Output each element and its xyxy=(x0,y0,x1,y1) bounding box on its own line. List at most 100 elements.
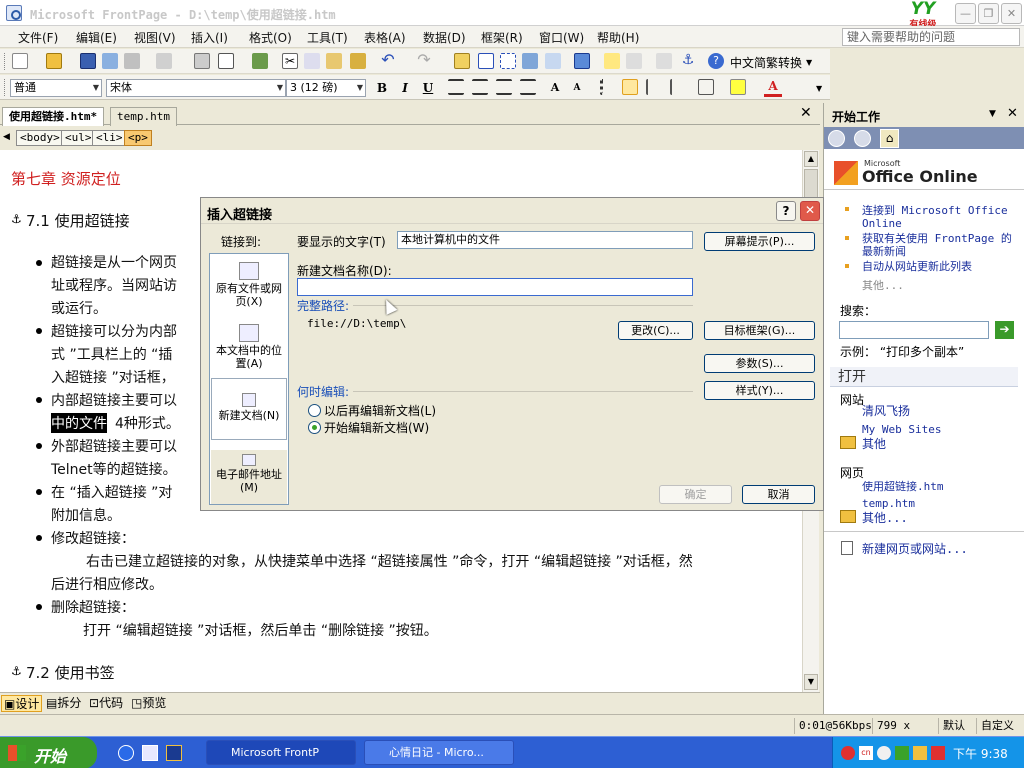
recent-page[interactable]: 使用超链接.htm xyxy=(862,480,944,493)
style-select[interactable]: 普通 ▼ xyxy=(10,79,102,97)
bulleted-list-icon[interactable] xyxy=(622,79,638,95)
preview-icon[interactable] xyxy=(218,53,234,69)
tag-ul[interactable]: <ul> xyxy=(61,130,96,146)
highlight-icon[interactable] xyxy=(730,79,746,95)
page-size[interactable]: 799 x 541 xyxy=(872,718,936,748)
pages-more-link[interactable]: 其他... xyxy=(862,512,908,525)
tab-temp[interactable]: temp.htm xyxy=(110,107,177,126)
cut-icon[interactable]: ✂ xyxy=(282,53,298,69)
publish-icon[interactable] xyxy=(124,53,140,69)
menu-window[interactable]: 窗口(W) xyxy=(539,29,584,46)
design-view-button[interactable]: ▣设计 xyxy=(1,695,43,712)
redo-icon[interactable]: ↷ xyxy=(416,52,432,69)
align-right-icon[interactable] xyxy=(496,79,512,95)
italic-button[interactable]: I xyxy=(396,79,414,97)
tray-icon[interactable] xyxy=(913,746,927,760)
recent-page[interactable]: temp.htm xyxy=(862,497,915,510)
numbered-list-icon[interactable] xyxy=(600,79,616,95)
insert-table-icon[interactable] xyxy=(478,53,494,69)
recent-site[interactable]: My Web Sites xyxy=(862,423,941,436)
menu-edit[interactable]: 编辑(E) xyxy=(76,29,117,46)
font-select[interactable]: 宋体 ▼ xyxy=(106,79,286,97)
toolbar-grip[interactable] xyxy=(4,79,7,96)
tag-body[interactable]: <body> xyxy=(16,130,64,146)
home-icon[interactable]: ⌂ xyxy=(880,129,899,148)
recent-site[interactable]: 清风飞扬 xyxy=(862,405,910,418)
format-painter-icon[interactable] xyxy=(350,53,366,69)
new-icon[interactable] xyxy=(12,53,28,69)
undo-icon[interactable]: ↶ xyxy=(380,52,396,69)
refresh-icon[interactable] xyxy=(604,53,620,69)
change-button[interactable]: 更改(C)... xyxy=(618,321,693,340)
toolbar-grip[interactable] xyxy=(4,53,7,70)
maximize-button[interactable]: ❐ xyxy=(978,3,999,24)
underline-button[interactable]: U xyxy=(419,79,437,97)
preview-view-button[interactable]: ◳预览 xyxy=(129,695,168,712)
back-icon[interactable] xyxy=(828,130,845,147)
chevron-down-icon[interactable]: ▼ xyxy=(816,84,822,93)
chevron-down-icon[interactable]: ▼ xyxy=(989,109,996,119)
link-connect-office-online[interactable]: 连接到 Microsoft Office Online xyxy=(862,204,1020,230)
justify-icon[interactable] xyxy=(520,79,536,95)
show-all-icon[interactable] xyxy=(656,53,672,69)
web-component-icon[interactable] xyxy=(454,53,470,69)
display-text-input[interactable]: 本地计算机中的文件 xyxy=(397,231,693,249)
tray-icon[interactable] xyxy=(931,746,945,760)
menu-help[interactable]: 帮助(H) xyxy=(597,29,639,46)
dialog-close-button[interactable]: ✕ xyxy=(800,201,820,221)
help-search-input[interactable]: 键入需要帮助的问题 xyxy=(842,28,1020,46)
split-view-button[interactable]: ▤拆分 xyxy=(44,695,83,712)
font-size-select[interactable]: 3 (12 磅) ▼ xyxy=(286,79,366,97)
insert-picture-icon[interactable] xyxy=(522,53,538,69)
tray-icon[interactable] xyxy=(841,746,855,760)
screentip-button[interactable]: 屏幕提示(P)... xyxy=(704,232,815,251)
clock[interactable]: 下午 9:38 xyxy=(953,745,1008,762)
link-existing-file[interactable]: 原有文件或网页(X) xyxy=(211,262,287,308)
task-frontpage[interactable]: Microsoft FrontP xyxy=(206,740,356,765)
increase-indent-icon[interactable] xyxy=(670,79,686,95)
dialog-help-button[interactable]: ? xyxy=(776,201,796,221)
new-document-name-input[interactable] xyxy=(297,278,693,296)
scroll-down-icon[interactable]: ▼ xyxy=(804,674,818,690)
tag-prev-icon[interactable]: ◀ xyxy=(3,132,10,142)
save-icon[interactable] xyxy=(80,53,96,69)
tray-icon[interactable] xyxy=(877,746,891,760)
spelling-icon[interactable] xyxy=(252,53,268,69)
tab-active-document[interactable]: 使用超链接.htm* xyxy=(2,107,105,126)
align-center-icon[interactable] xyxy=(472,79,488,95)
link-auto-update[interactable]: 自动从网站更新此列表 xyxy=(862,260,1020,273)
insert-hyperlink-icon[interactable] xyxy=(574,53,590,69)
menu-table[interactable]: 表格(A) xyxy=(364,29,406,46)
stop-icon[interactable] xyxy=(626,53,642,69)
open-icon[interactable] xyxy=(46,53,62,69)
menu-tools[interactable]: 工具(T) xyxy=(307,29,348,46)
input-method-icon[interactable]: cn xyxy=(859,746,873,760)
style-button[interactable]: 样式(Y)... xyxy=(704,381,815,400)
font-color-icon[interactable]: A xyxy=(764,79,782,97)
insert-layer-icon[interactable] xyxy=(500,53,516,69)
print-icon[interactable] xyxy=(194,53,210,69)
edit-now-radio[interactable] xyxy=(308,421,321,434)
parameters-button[interactable]: 参数(S)... xyxy=(704,354,815,373)
border-icon[interactable] xyxy=(698,79,714,95)
code-view-button[interactable]: ⊡代码 xyxy=(87,695,125,712)
close-document-icon[interactable]: ✕ xyxy=(800,105,812,121)
menu-data[interactable]: 数据(D) xyxy=(423,29,466,46)
search-files-icon[interactable] xyxy=(102,53,118,69)
align-left-icon[interactable] xyxy=(448,79,464,95)
link-latest-news[interactable]: 获取有关使用 FrontPage 的最新新闻 xyxy=(862,232,1020,258)
anchor-icon[interactable]: ⚓ xyxy=(680,53,696,69)
scroll-up-icon[interactable]: ▲ xyxy=(804,151,818,167)
decrease-font-icon[interactable]: A xyxy=(568,79,586,97)
simplified-traditional-convert[interactable]: 中文简繁转换 xyxy=(730,54,802,71)
decrease-indent-icon[interactable] xyxy=(646,79,662,95)
forward-icon[interactable] xyxy=(854,130,871,147)
tray-icon[interactable] xyxy=(895,746,909,760)
ok-button[interactable]: 确定 xyxy=(659,485,732,504)
quicklaunch-icon[interactable] xyxy=(142,745,158,761)
search-go-icon[interactable]: ➔ xyxy=(995,321,1014,339)
menu-file[interactable]: 文件(F) xyxy=(18,29,58,46)
new-page-or-site-link[interactable]: 新建网页或网站... xyxy=(862,543,968,556)
link-new-document[interactable]: 新建文档(N) xyxy=(211,378,287,440)
target-frame-button[interactable]: 目标框架(G)... xyxy=(704,321,815,340)
